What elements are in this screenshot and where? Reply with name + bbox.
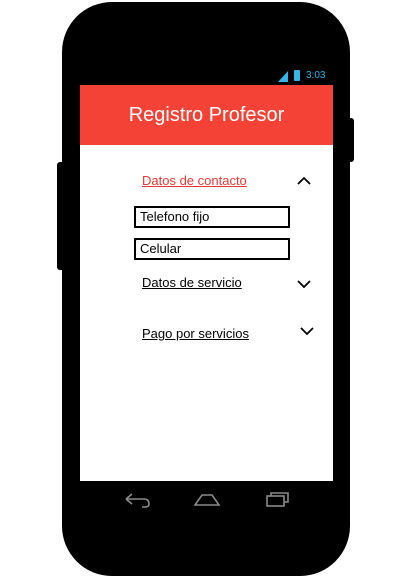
phone-screen: 3:03 Registro Profesor Datos de contacto… bbox=[80, 67, 333, 481]
telefono-fijo-field[interactable]: Telefono fijo bbox=[134, 206, 290, 228]
navigation-bar bbox=[80, 482, 333, 516]
section-datos-de-contacto[interactable]: Datos de contacto bbox=[142, 173, 247, 188]
recent-apps-icon[interactable] bbox=[262, 488, 292, 510]
status-bar: 3:03 bbox=[80, 67, 333, 85]
status-time: 3:03 bbox=[306, 70, 326, 81]
chevron-up-icon[interactable] bbox=[296, 176, 312, 186]
battery-icon bbox=[294, 70, 300, 81]
back-icon[interactable] bbox=[122, 488, 152, 510]
power-button bbox=[344, 118, 354, 162]
signal-icon bbox=[278, 71, 288, 82]
celular-field[interactable]: Celular bbox=[134, 238, 290, 260]
app-bar: Registro Profesor bbox=[80, 85, 333, 145]
home-icon[interactable] bbox=[192, 488, 222, 510]
volume-button bbox=[57, 162, 66, 270]
chevron-down-icon[interactable] bbox=[299, 326, 315, 336]
section-pago-por-servicios[interactable]: Pago por servicios bbox=[142, 326, 249, 341]
section-datos-de-servicio[interactable]: Datos de servicio bbox=[142, 275, 242, 290]
chevron-down-icon[interactable] bbox=[296, 279, 312, 289]
page-title: Registro Profesor bbox=[128, 103, 285, 126]
